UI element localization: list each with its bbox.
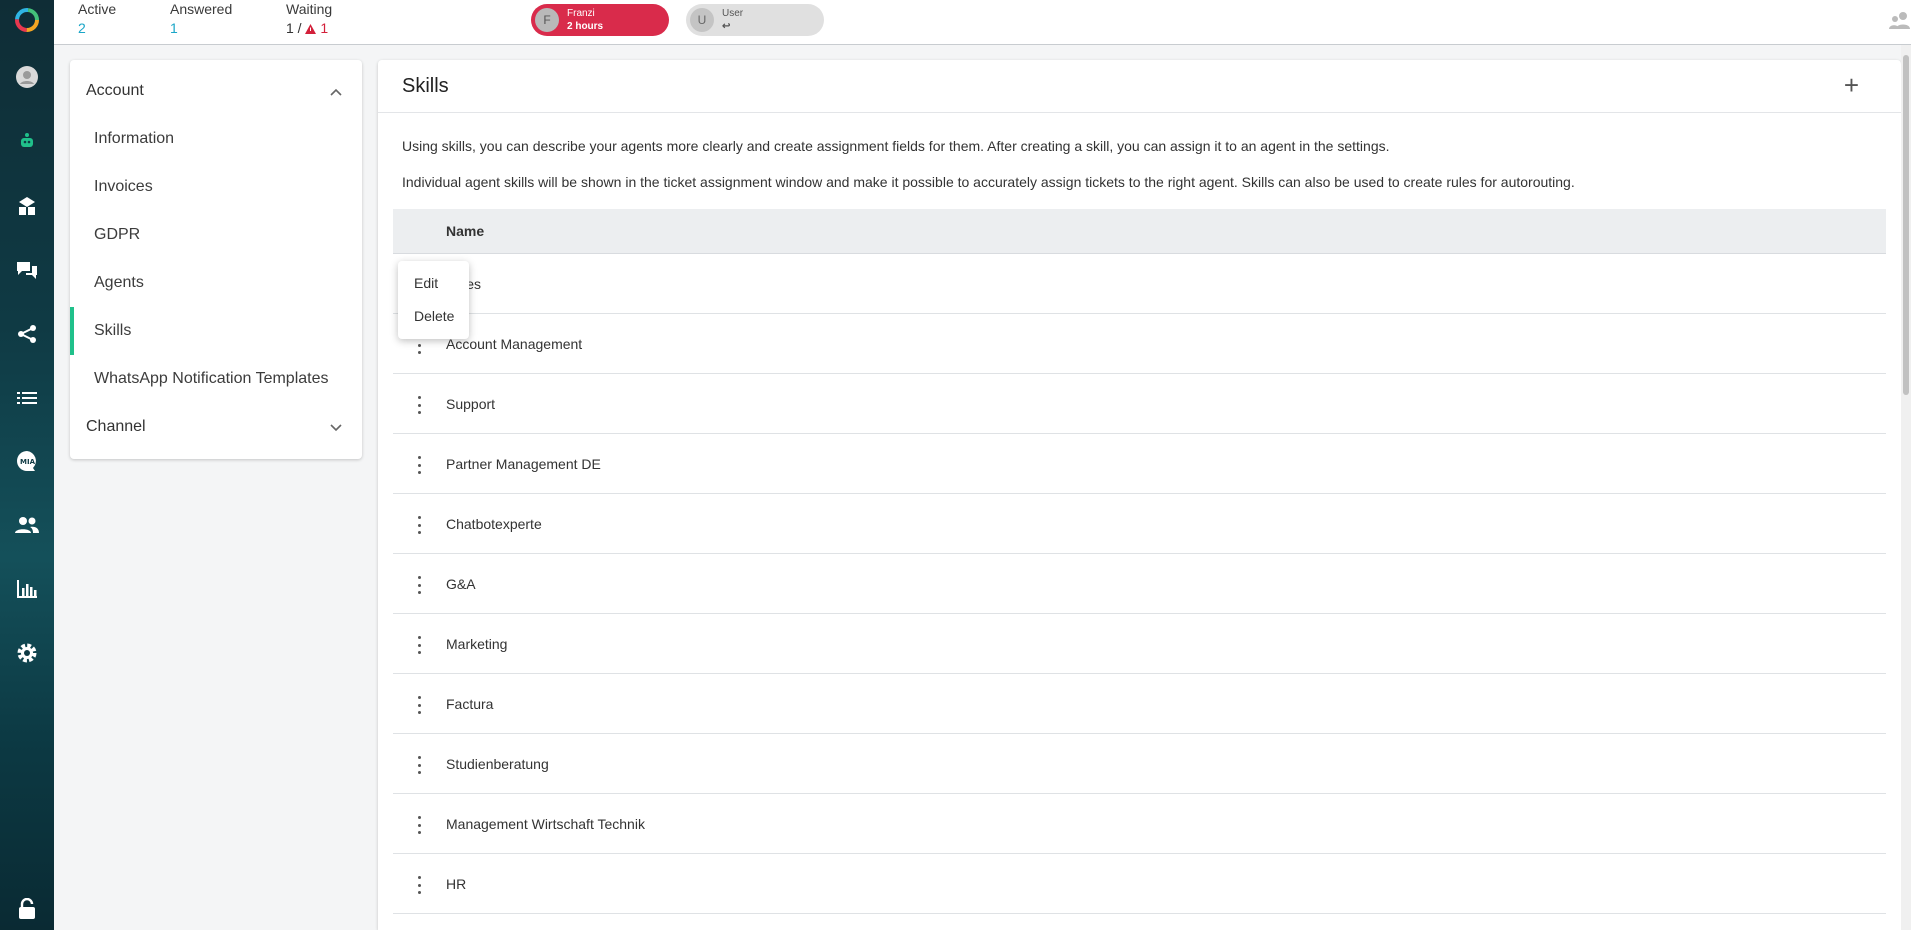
agent-status-icon[interactable] [1889, 10, 1911, 35]
table-row: Chatbotexperte [393, 494, 1886, 554]
mia-chat-icon[interactable]: MIA [13, 447, 41, 475]
settings-gear-icon[interactable] [13, 639, 41, 667]
active-count: 2 [78, 20, 86, 36]
user-avatar-icon[interactable] [13, 63, 41, 91]
user-avatar: U [690, 8, 714, 32]
edit-menu-item[interactable]: Edit [414, 275, 438, 291]
menu-item-invoices[interactable]: Invoices [94, 178, 153, 196]
table-row: Support [393, 374, 1886, 434]
skill-name: Factura [446, 696, 494, 712]
add-skill-button[interactable]: + [1844, 72, 1859, 98]
chevron-up-icon[interactable] [330, 88, 342, 96]
svg-text:MIA: MIA [20, 458, 36, 466]
skill-name: Chatbotexperte [446, 516, 542, 532]
table-row: Partner Management DE [393, 434, 1886, 494]
menu-account-header[interactable]: Account [86, 82, 144, 100]
agent-name: Franzi [567, 7, 595, 19]
menu-item-agents[interactable]: Agents [94, 274, 144, 292]
waiting-count: 1 / 1 [286, 20, 332, 36]
row-menu-icon[interactable] [415, 516, 423, 534]
answered-label: Answered [170, 1, 233, 17]
row-context-menu: Edit Delete [398, 261, 469, 339]
skill-name: Management Wirtschaft Technik [446, 816, 645, 832]
menu-item-skills[interactable]: Skills [94, 322, 131, 340]
row-menu-icon[interactable] [415, 876, 423, 894]
description-line-2: Individual agent skills will be shown in… [402, 174, 1575, 190]
row-menu-icon[interactable] [415, 696, 423, 714]
statistics-icon[interactable] [13, 575, 41, 603]
agent-pill-franzi[interactable]: F Franzi 2 hours [531, 4, 669, 36]
menu-item-information[interactable]: Information [94, 130, 174, 148]
table-row: Studienberatung [393, 734, 1886, 794]
row-menu-icon[interactable] [415, 636, 423, 654]
logo-ring-icon[interactable] [13, 6, 41, 34]
skills-panel: Skills + Using skills, you can describe … [378, 60, 1901, 930]
table-row: Management Wirtschaft Technik [393, 794, 1886, 854]
menu-channel-header[interactable]: Channel [86, 418, 146, 436]
table-header: Name [393, 209, 1886, 254]
menu-item-whatsapp-templates[interactable]: WhatsApp Notification Templates [94, 370, 328, 388]
header-divider [378, 112, 1901, 113]
bot-icon[interactable] [13, 127, 41, 155]
page-scrollbar[interactable] [1901, 45, 1911, 930]
agent-avatar: F [535, 8, 559, 32]
top-bar: Active 2 Answered 1 Waiting 1 / 1 F Fran… [54, 0, 1911, 45]
skill-name: Marketing [446, 636, 508, 652]
waiting-stat[interactable]: Waiting 1 / 1 [286, 0, 332, 36]
row-menu-icon[interactable] [415, 576, 423, 594]
dashboard-icon[interactable] [13, 192, 41, 220]
lock-icon[interactable] [13, 895, 41, 923]
agent-pill-user[interactable]: U User ↩ [686, 4, 824, 36]
scrollbar-thumb[interactable] [1903, 55, 1909, 395]
delete-menu-item[interactable]: Delete [414, 308, 454, 324]
table-row: G&A [393, 554, 1886, 614]
table-row: Account Management [393, 314, 1886, 374]
agent-wait-time: 2 hours [567, 20, 604, 32]
table-row: Sales [393, 254, 1886, 314]
row-menu-icon[interactable] [415, 456, 423, 474]
table-row: Factura [393, 674, 1886, 734]
row-menu-icon[interactable] [415, 816, 423, 834]
skills-table: Name Sales Account Management Support Pa… [393, 209, 1886, 914]
answered-count: 1 [170, 20, 178, 36]
settings-menu: Account Information Invoices GDPR Agents… [70, 60, 362, 459]
table-row: Marketing [393, 614, 1886, 674]
page-title: Skills [402, 75, 449, 97]
reply-icon: ↩ [722, 20, 731, 32]
column-header-name[interactable]: Name [446, 223, 484, 239]
menu-item-gdpr[interactable]: GDPR [94, 226, 140, 244]
row-menu-icon[interactable] [415, 756, 423, 774]
waiting-label: Waiting [286, 1, 333, 17]
chevron-down-icon[interactable] [330, 424, 342, 432]
share-icon[interactable] [13, 320, 41, 348]
description-line-1: Using skills, you can describe your agen… [402, 138, 1390, 154]
skill-name: G&A [446, 576, 476, 592]
list-icon[interactable] [13, 384, 41, 412]
skill-name: Partner Management DE [446, 456, 601, 472]
row-menu-icon[interactable] [415, 396, 423, 414]
waiting-value: 1 / [286, 20, 302, 36]
table-row: HR [393, 854, 1886, 914]
left-nav-rail: MIA [0, 0, 54, 930]
active-indicator [70, 307, 74, 355]
waiting-alert-count: 1 [320, 20, 329, 36]
team-icon[interactable] [13, 511, 41, 539]
active-stat[interactable]: Active 2 [78, 0, 116, 36]
user-name: User [722, 7, 744, 19]
warning-icon [305, 24, 317, 34]
conversations-icon[interactable] [13, 256, 41, 284]
answered-stat[interactable]: Answered 1 [170, 0, 232, 36]
skill-name: Studienberatung [446, 756, 549, 772]
active-label: Active [78, 1, 117, 17]
skill-name: HR [446, 876, 467, 892]
skill-name: Support [446, 396, 496, 412]
